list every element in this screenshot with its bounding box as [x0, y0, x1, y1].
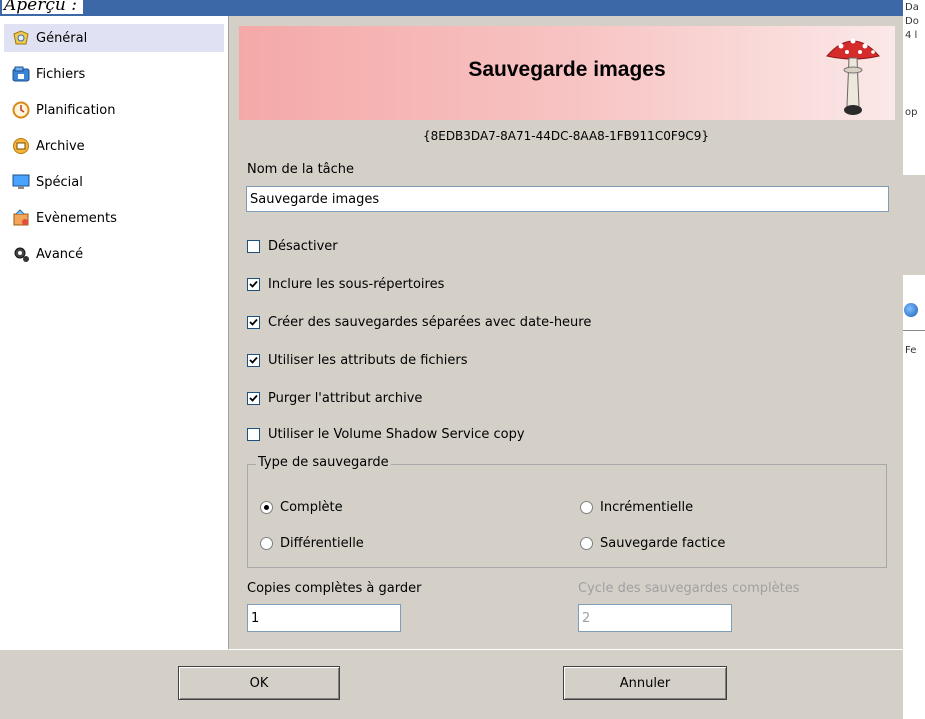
radio-button[interactable] [580, 500, 593, 514]
general-settings-panel: Sauvegarde images {8EDB3DA7-8A71-44DC-8A… [229, 16, 903, 649]
settings-sidebar: Général Fichiers Planification Archive S… [0, 16, 229, 649]
checkmark-icon [249, 356, 258, 364]
sidebar-item-label: Fichiers [36, 66, 86, 82]
ok-button[interactable]: OK [178, 666, 340, 700]
purge-archive-attribute-checkbox[interactable]: Purger l'attribut archive [247, 388, 422, 408]
advanced-icon [12, 245, 30, 263]
globe-icon [904, 303, 918, 317]
task-name-input[interactable] [246, 186, 889, 212]
backup-type-legend: Type de sauvegarde [256, 455, 391, 470]
full-backup-cycle-input[interactable] [578, 604, 732, 632]
include-subdirectories-checkbox[interactable]: Inclure les sous-répertoires [247, 274, 444, 294]
checkbox-box[interactable] [247, 427, 260, 441]
edge-text: Da [905, 2, 919, 13]
radio-dummy-backup[interactable]: Sauvegarde factice [580, 533, 725, 553]
edge-text: Do [905, 16, 919, 27]
radio-button[interactable] [260, 536, 273, 550]
checkbox-box[interactable] [247, 277, 260, 291]
task-banner: Sauvegarde images [239, 26, 895, 120]
checkbox-label: Créer des sauvegardes séparées avec date… [268, 314, 592, 330]
checkbox-label: Utiliser le Volume Shadow Service copy [268, 426, 525, 442]
checkbox-label: Purger l'attribut archive [268, 390, 423, 406]
radio-full[interactable]: Complète [260, 497, 343, 517]
radio-differential[interactable]: Différentielle [260, 533, 364, 553]
sidebar-item-advanced[interactable]: Avancé [4, 240, 224, 268]
cancel-button[interactable]: Annuler [563, 666, 727, 700]
checkmark-icon [249, 394, 258, 402]
sidebar-item-archive[interactable]: Archive [4, 132, 224, 160]
backup-type-group: Type de sauvegarde Complète Incrémentiel… [247, 455, 887, 568]
sidebar-item-label: Evènements [36, 210, 117, 226]
checkbox-label: Utiliser les attributs de fichiers [268, 352, 468, 368]
separate-datetime-backups-checkbox[interactable]: Créer des sauvegardes séparées avec date… [247, 312, 591, 332]
sidebar-item-files[interactable]: Fichiers [4, 60, 224, 88]
sidebar-item-label: Spécial [36, 174, 83, 190]
full-copies-label: Copies complètes à garder [247, 581, 422, 596]
sidebar-item-label: Archive [36, 138, 85, 154]
sidebar-item-special[interactable]: Spécial [4, 168, 224, 196]
full-backup-cycle-label: Cycle des sauvegardes complètes [578, 581, 800, 596]
full-copies-input[interactable] [247, 604, 401, 632]
radio-label: Incrémentielle [600, 499, 694, 515]
checkbox-label: Désactiver [268, 238, 338, 254]
radio-label: Sauvegarde factice [600, 535, 726, 551]
checkbox-label: Inclure les sous-répertoires [268, 276, 445, 292]
sidebar-item-general[interactable]: Général [4, 24, 224, 52]
volume-shadow-copy-checkbox[interactable]: Utiliser le Volume Shadow Service copy [247, 424, 525, 444]
task-name-label: Nom de la tâche [247, 162, 355, 177]
use-file-attributes-checkbox[interactable]: Utiliser les attributs de fichiers [247, 350, 468, 370]
edge-divider [903, 330, 925, 331]
sidebar-item-label: Avancé [36, 246, 84, 262]
radio-incremental[interactable]: Incrémentielle [580, 497, 693, 517]
task-settings-dialog: Général Fichiers Planification Archive S… [0, 16, 903, 719]
window-title-bar [0, 0, 903, 16]
checkbox-box[interactable] [247, 239, 260, 253]
events-icon [12, 209, 30, 227]
radio-label: Différentielle [280, 535, 364, 551]
edge-panel [903, 175, 925, 275]
monitor-icon [12, 173, 30, 191]
sidebar-item-label: Planification [36, 102, 116, 118]
general-icon [12, 29, 30, 47]
edge-text: 4 l [905, 30, 918, 41]
checkbox-box[interactable] [247, 353, 260, 367]
checkmark-icon [249, 280, 258, 288]
archive-icon [12, 137, 30, 155]
sidebar-item-events[interactable]: Evènements [4, 204, 224, 232]
sidebar-item-label: Général [36, 30, 88, 46]
edge-text: op [905, 107, 918, 118]
sidebar-item-planning[interactable]: Planification [4, 96, 224, 124]
disable-checkbox[interactable]: Désactiver [247, 236, 338, 256]
radio-label: Complète [280, 499, 343, 515]
radio-button[interactable] [260, 500, 273, 514]
task-guid: {8EDB3DA7-8A71-44DC-8AA8-1FB911C0F9C9} [422, 129, 710, 143]
clock-icon [12, 101, 30, 119]
banner-title: Sauvegarde images [468, 58, 666, 81]
radio-button[interactable] [580, 536, 593, 550]
files-icon [12, 65, 30, 83]
background-window-edge: Da Do 4 l op Fe [903, 0, 925, 718]
edge-text: Fe [905, 345, 917, 356]
mushroom-icon [826, 38, 880, 115]
checkbox-box[interactable] [247, 391, 260, 405]
preview-caption: Aperçu : [2, 0, 83, 14]
checkbox-box[interactable] [247, 315, 260, 329]
checkmark-icon [249, 318, 258, 326]
dialog-button-bar: OK Annuler [0, 649, 903, 719]
